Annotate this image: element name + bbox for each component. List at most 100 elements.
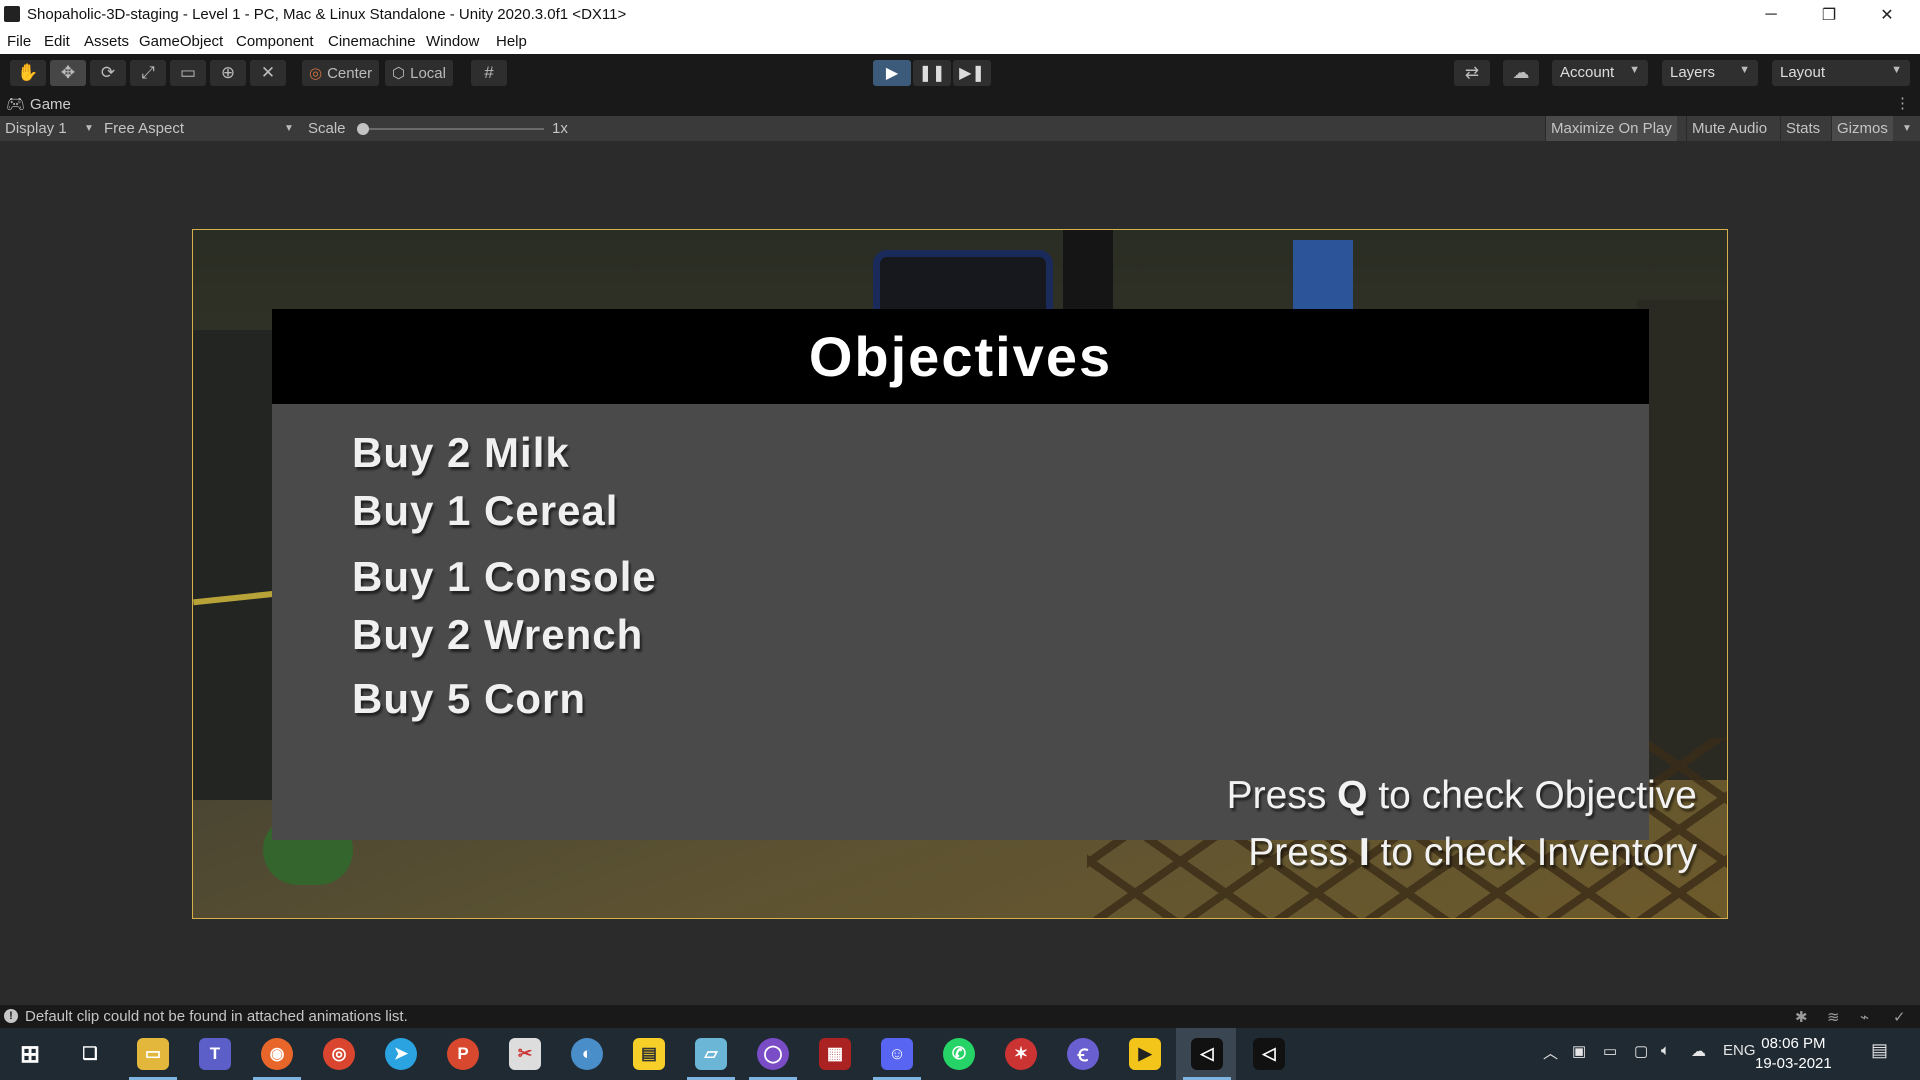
- show-hidden-icons[interactable]: ︿: [1543, 1042, 1558, 1063]
- discord-icon[interactable]: ☺: [881, 1038, 913, 1070]
- unity-icon: [4, 6, 20, 22]
- gamepad-icon: 🎮︎: [6, 96, 26, 113]
- objective-item: Buy 5 Corn: [352, 675, 587, 722]
- hint-objective: Press Q to check Objective: [1226, 774, 1697, 817]
- ps-remote-icon[interactable]: ✶: [1005, 1038, 1037, 1070]
- chevron-down-icon: ▼: [284, 123, 294, 134]
- scene-shelf: [193, 330, 273, 800]
- teams-icon[interactable]: T: [199, 1038, 231, 1070]
- scene-blue-sign: [1293, 240, 1353, 310]
- progress-icon[interactable]: ≋: [1827, 1008, 1840, 1026]
- scale-slider-track[interactable]: [362, 128, 544, 130]
- objectives-header: Objectives: [272, 309, 1649, 404]
- close-button[interactable]: ✕: [1858, 0, 1916, 29]
- grid-snap-icon[interactable]: #: [471, 60, 507, 86]
- display-dropdown[interactable]: Display 1: [5, 120, 67, 137]
- mute-audio-toggle[interactable]: Mute Audio: [1686, 116, 1772, 141]
- battery-icon[interactable]: ▭: [1603, 1042, 1617, 1060]
- whatsapp-icon[interactable]: ✆: [943, 1038, 975, 1070]
- menu-component[interactable]: Component: [236, 33, 314, 50]
- menu-file[interactable]: File: [7, 33, 31, 50]
- firefox-icon[interactable]: ◉: [261, 1038, 293, 1070]
- chrome-icon[interactable]: ◎: [323, 1038, 355, 1070]
- auto-generate-icon[interactable]: ⌁: [1860, 1008, 1869, 1026]
- menu-bar: File Edit Assets GameObject Component Ci…: [0, 29, 1920, 54]
- chevron-down-icon[interactable]: ▼: [1902, 123, 1912, 134]
- hand-tool-icon[interactable]: ✋: [10, 60, 46, 86]
- layers-label: Layers: [1670, 64, 1716, 81]
- transform-tool-icon[interactable]: ⊕: [210, 60, 246, 86]
- play-button[interactable]: ▶: [873, 60, 911, 86]
- local-icon: ⬡: [392, 65, 406, 82]
- rotate-tool-icon[interactable]: ⟳: [90, 60, 126, 86]
- menu-edit[interactable]: Edit: [44, 33, 70, 50]
- menu-cinemachine[interactable]: Cinemachine: [328, 33, 416, 50]
- check-icon[interactable]: ✓: [1893, 1008, 1906, 1026]
- collab-icon[interactable]: ⇄: [1454, 60, 1490, 86]
- gizmos-toggle[interactable]: Gizmos: [1831, 116, 1893, 141]
- menu-gameobject[interactable]: GameObject: [139, 33, 223, 50]
- pause-button[interactable]: ❚❚: [913, 60, 951, 86]
- move-tool-icon[interactable]: ✥: [50, 60, 86, 86]
- snipping-tool-icon[interactable]: ✂: [509, 1038, 541, 1070]
- winrar-icon[interactable]: ▦: [819, 1038, 851, 1070]
- aspect-dropdown[interactable]: Free Aspect: [104, 120, 184, 137]
- custom-tool-icon[interactable]: ✕: [250, 60, 286, 86]
- restore-button[interactable]: ❐: [1800, 0, 1858, 29]
- menu-help[interactable]: Help: [496, 33, 527, 50]
- torrent-icon[interactable]: Ꞓ: [1067, 1038, 1099, 1070]
- rect-tool-icon[interactable]: ▭: [170, 60, 206, 86]
- telegram-icon[interactable]: ➤: [385, 1038, 417, 1070]
- tab-menu-icon[interactable]: ⋮: [1895, 94, 1910, 112]
- minimize-button[interactable]: ─: [1742, 0, 1800, 29]
- menu-window[interactable]: Window: [426, 33, 479, 50]
- game-view-toolbar: Display 1 ▼ Free Aspect ▼ Scale 1x Maxim…: [0, 116, 1920, 141]
- game-view: Objectives Buy 2 Milk Buy 1 Cereal Buy 1…: [0, 141, 1920, 1005]
- language-indicator[interactable]: ENG: [1723, 1042, 1756, 1059]
- notepad-icon[interactable]: ▱: [695, 1038, 727, 1070]
- player-icon[interactable]: ▶: [1129, 1038, 1161, 1070]
- menu-assets[interactable]: Assets: [84, 33, 129, 50]
- postman-icon[interactable]: P: [447, 1038, 479, 1070]
- tab-game[interactable]: 🎮︎ Game: [6, 95, 71, 114]
- network-icon[interactable]: ▢: [1634, 1042, 1648, 1060]
- layout-dropdown[interactable]: Layout ▼: [1772, 60, 1910, 86]
- windows-start-icon[interactable]: ⊞: [14, 1038, 46, 1070]
- onedrive-icon[interactable]: ☁: [1691, 1042, 1706, 1060]
- objective-item: Buy 2 Milk: [352, 429, 570, 476]
- maximize-on-play-toggle[interactable]: Maximize On Play: [1545, 116, 1677, 141]
- game-tab-bar: 🎮︎ Game ⋮: [0, 92, 1920, 116]
- scale-slider-knob[interactable]: [357, 123, 369, 135]
- chevron-down-icon: ▼: [1739, 64, 1750, 76]
- taskbar-clock[interactable]: 08:06 PM 19-03-2021: [1755, 1034, 1832, 1074]
- bug-icon[interactable]: ✱: [1795, 1008, 1808, 1026]
- unity-hub-icon[interactable]: ◁: [1253, 1038, 1285, 1070]
- game-viewport[interactable]: Objectives Buy 2 Milk Buy 1 Cereal Buy 1…: [192, 229, 1728, 919]
- paint-icon[interactable]: ◐: [571, 1038, 603, 1070]
- scale-label: Scale: [308, 120, 346, 137]
- clock-date: 19-03-2021: [1755, 1055, 1832, 1072]
- status-bar[interactable]: ! Default clip could not be found in att…: [0, 1005, 1920, 1028]
- stats-toggle[interactable]: Stats: [1780, 116, 1825, 141]
- github-icon[interactable]: ◯: [757, 1038, 789, 1070]
- step-button[interactable]: ▶❚: [953, 60, 991, 86]
- scale-tool-icon[interactable]: ⤢: [130, 60, 166, 86]
- scene-pole: [1063, 230, 1113, 310]
- cloud-icon[interactable]: ☁: [1503, 60, 1539, 86]
- file-explorer-icon[interactable]: ▭: [137, 1038, 169, 1070]
- sticky-notes-icon[interactable]: ▤: [633, 1038, 665, 1070]
- chevron-down-icon: ▼: [1891, 64, 1902, 76]
- volume-icon[interactable]: 🔈︎: [1661, 1042, 1670, 1059]
- account-dropdown[interactable]: Account ▼: [1552, 60, 1648, 86]
- chevron-down-icon: ▼: [84, 123, 94, 134]
- notifications-icon[interactable]: ▤: [1871, 1040, 1888, 1061]
- pivot-center-button[interactable]: ◎ Center: [302, 60, 380, 86]
- layers-dropdown[interactable]: Layers ▼: [1662, 60, 1758, 86]
- task-view-icon[interactable]: ❏: [74, 1038, 106, 1070]
- unity-icon[interactable]: ◁: [1191, 1038, 1223, 1070]
- objective-item: Buy 2 Wrench: [352, 611, 644, 658]
- meet-icon[interactable]: ▣: [1572, 1042, 1586, 1060]
- pivot-local-button[interactable]: ⬡ Local: [385, 60, 453, 86]
- status-message[interactable]: Default clip could not be found in attac…: [25, 1008, 408, 1025]
- info-icon: !: [4, 1009, 18, 1023]
